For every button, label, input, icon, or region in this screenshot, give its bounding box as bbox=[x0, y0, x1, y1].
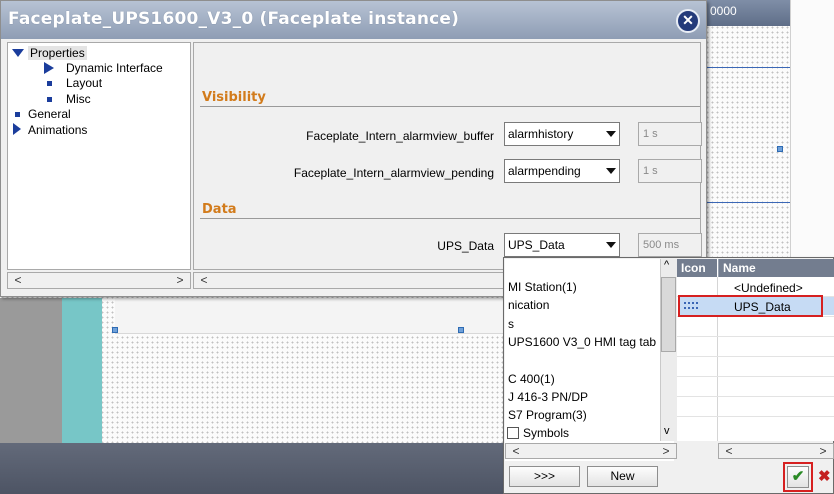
background-line bbox=[706, 67, 790, 68]
cycle-field[interactable]: 1 s bbox=[638, 122, 702, 146]
scroll-thumb[interactable] bbox=[661, 277, 676, 352]
dialog-titlebar: Faceplate_UPS1600_V3_0 (Faceplate instan… bbox=[1, 1, 706, 39]
highlight-frame bbox=[678, 295, 823, 317]
param-label: Faceplate_Intern_alarmview_buffer bbox=[306, 129, 494, 143]
list-item[interactable]: nication bbox=[508, 298, 549, 312]
divider bbox=[200, 106, 700, 107]
divider bbox=[200, 218, 700, 219]
dropdown-arrow-icon[interactable] bbox=[606, 242, 616, 248]
table-row[interactable]: <Undefined> bbox=[734, 281, 803, 295]
grid-line bbox=[677, 416, 834, 417]
tag-select[interactable]: alarmpending bbox=[504, 159, 620, 183]
property-tree: Properties Dynamic Interface Layout Misc… bbox=[7, 42, 191, 270]
bullet-icon bbox=[15, 112, 20, 117]
param-label: UPS_Data bbox=[437, 239, 494, 253]
grid-line bbox=[677, 376, 834, 377]
dropdown-arrow-icon[interactable] bbox=[606, 131, 616, 137]
cycle-field[interactable]: 1 s bbox=[638, 159, 702, 183]
canvas-cyan-block bbox=[62, 298, 102, 443]
faceplate-dialog: Faceplate_UPS1600_V3_0 (Faceplate instan… bbox=[0, 0, 707, 297]
scroll-left-icon[interactable]: < bbox=[196, 273, 212, 288]
new-button[interactable]: New bbox=[587, 466, 658, 487]
list-item[interactable]: MI Station(1) bbox=[508, 280, 577, 294]
scroll-left-icon[interactable]: < bbox=[721, 444, 737, 459]
more-button[interactable]: >>> bbox=[509, 466, 580, 487]
grid-line bbox=[677, 396, 834, 397]
list-item[interactable]: C 400(1) bbox=[508, 372, 555, 386]
close-icon[interactable]: ✕ bbox=[676, 9, 700, 33]
canvas-gray-block bbox=[0, 298, 62, 443]
list-item[interactable]: s bbox=[508, 317, 514, 331]
bullet-icon bbox=[47, 81, 52, 86]
tag-tree-list: MI Station(1) nication s UPS1600 V3_0 HM… bbox=[505, 259, 674, 461]
grid-hscrollbar[interactable]: < > bbox=[718, 443, 834, 459]
bullet-icon bbox=[47, 97, 52, 102]
scroll-right-icon[interactable]: > bbox=[172, 273, 188, 288]
properties-content: Visibility Faceplate_Intern_alarmview_bu… bbox=[193, 42, 702, 270]
scroll-down-icon[interactable]: v bbox=[664, 425, 670, 437]
arrow-right-icon bbox=[44, 62, 54, 74]
scroll-right-icon[interactable]: > bbox=[658, 444, 674, 459]
cycle-field[interactable]: 500 ms bbox=[638, 233, 702, 257]
collapsed-icon bbox=[13, 123, 21, 135]
cancel-x-icon[interactable]: ✖ bbox=[818, 466, 834, 488]
list-item[interactable]: UPS1600 V3_0 HMI tag tab bbox=[508, 335, 656, 349]
param-label: Faceplate_Intern_alarmview_pending bbox=[293, 166, 494, 180]
tag-select[interactable]: UPS_Data bbox=[504, 233, 620, 257]
background-line bbox=[706, 202, 790, 203]
tree-hscrollbar[interactable]: < > bbox=[7, 272, 191, 289]
scroll-left-icon[interactable]: < bbox=[508, 444, 524, 459]
column-header-name: Name bbox=[718, 259, 834, 277]
list-item[interactable]: S7 Program(3) bbox=[508, 408, 587, 422]
list-item[interactable]: Symbols bbox=[507, 426, 569, 440]
list-item[interactable]: J 416-3 PN/DP bbox=[508, 390, 588, 404]
background-title-fragment: 0000 bbox=[706, 0, 790, 26]
scroll-right-icon[interactable]: > bbox=[815, 444, 831, 459]
grid-line bbox=[677, 356, 834, 357]
tag-list-hscrollbar[interactable]: < > bbox=[505, 443, 677, 459]
dialog-title: Faceplate_UPS1600_V3_0 (Faceplate instan… bbox=[8, 9, 460, 29]
expand-icon bbox=[12, 49, 24, 57]
checkmark-icon[interactable]: ✔ bbox=[787, 466, 809, 488]
scroll-up-icon[interactable]: ^ bbox=[664, 259, 669, 271]
canvas-object[interactable] bbox=[115, 298, 527, 334]
dropdown-arrow-icon[interactable] bbox=[606, 168, 616, 174]
selection-handle[interactable] bbox=[777, 146, 783, 152]
selection-handle[interactable] bbox=[458, 327, 464, 333]
background-panel bbox=[790, 0, 834, 258]
tag-select[interactable]: alarmhistory bbox=[504, 122, 620, 146]
section-data: Data bbox=[202, 202, 237, 217]
selection-handle[interactable] bbox=[112, 327, 118, 333]
scroll-left-icon[interactable]: < bbox=[10, 273, 26, 288]
symbols-icon bbox=[507, 427, 519, 439]
section-visibility: Visibility bbox=[202, 90, 266, 105]
column-header-icon: Icon bbox=[677, 259, 717, 277]
grid-line bbox=[677, 336, 834, 337]
